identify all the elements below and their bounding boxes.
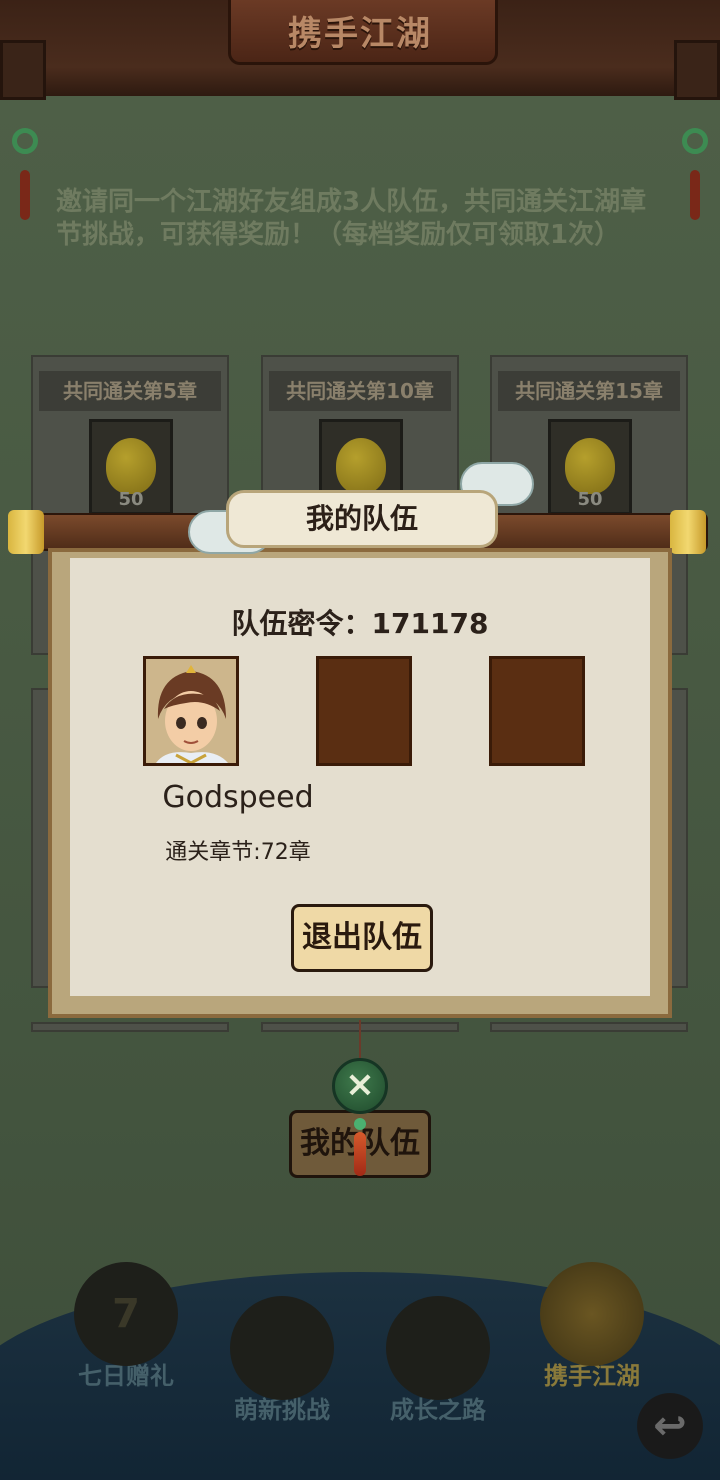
string-decoration — [359, 1020, 361, 1060]
leave-team-button[interactable]: 退出队伍 — [291, 904, 433, 972]
mask-icon — [230, 1296, 334, 1400]
nav-item-join-hands[interactable]: 携手江湖 — [540, 1262, 644, 1391]
member-slot-empty[interactable] — [316, 656, 412, 766]
nav-item-newbie-challenge[interactable]: 萌新挑战 — [230, 1296, 334, 1425]
reward-count: 50 — [118, 489, 144, 510]
team-password: 队伍密令：171178 — [231, 607, 489, 640]
member-name: Godspeed — [162, 780, 314, 815]
intro-text: 邀请同一个江湖好友组成3人队伍，共同通关江湖章节挑战，可获得奖励！（每档奖励仅可… — [56, 187, 647, 250]
game-screen: 携手江湖 邀请同一个江湖好友组成3人队伍，共同通关江湖章节挑战，可获得奖励！（每… — [0, 0, 720, 1480]
reward-card-title: 共同通关第10章 — [269, 371, 451, 411]
back-button[interactable]: ↩ — [628, 1384, 712, 1468]
nav-item-seven-day-gift[interactable]: 7 七日赠礼 — [74, 1262, 178, 1391]
reward-card — [490, 1022, 688, 1032]
reward-count: 50 — [577, 489, 603, 510]
return-arrow-icon: ↩ — [653, 1403, 687, 1449]
handshake-icon — [540, 1262, 644, 1366]
gourd-icon — [565, 438, 615, 494]
page-title: 携手江湖 — [288, 14, 432, 54]
book-icon — [386, 1296, 490, 1400]
header-corner-left — [0, 40, 46, 100]
gourd-icon — [106, 438, 156, 494]
jade-ring-icon — [12, 128, 38, 154]
reward-frame: 50 — [548, 419, 632, 515]
member-chapter: 通关章节:72章 — [165, 840, 311, 865]
close-control: × — [330, 1020, 390, 1180]
header-corner-right — [674, 40, 720, 100]
hero-avatar — [146, 659, 236, 763]
gift-box-icon: 7 — [74, 1262, 178, 1366]
tassel-decoration — [20, 170, 30, 220]
reward-card-title: 共同通关第5章 — [39, 371, 221, 411]
dialog-body: 队伍密令：171178 Godspeed 通关章节:72章 退出队伍 — [70, 558, 650, 996]
my-team-dialog: 队伍密令：171178 Godspeed 通关章节:72章 退出队伍 — [48, 548, 672, 1018]
scroll-cap-left — [8, 510, 44, 554]
reward-frame: 50 — [89, 419, 173, 515]
scroll-cap-right — [670, 510, 706, 554]
member-slot-empty[interactable] — [489, 656, 585, 766]
reward-card-title: 共同通关第15章 — [498, 371, 680, 411]
tassel-decoration — [354, 1132, 366, 1176]
close-icon[interactable]: × — [332, 1058, 388, 1114]
reward-card — [31, 1022, 229, 1032]
jade-ring-icon — [682, 128, 708, 154]
nav-item-growth-path[interactable]: 成长之路 — [386, 1296, 490, 1425]
tassel-decoration — [690, 170, 700, 220]
gourd-icon — [336, 438, 386, 494]
bead-decoration — [354, 1118, 366, 1130]
member-slot[interactable] — [143, 656, 239, 766]
dialog-title: 我的队伍 — [226, 490, 498, 548]
